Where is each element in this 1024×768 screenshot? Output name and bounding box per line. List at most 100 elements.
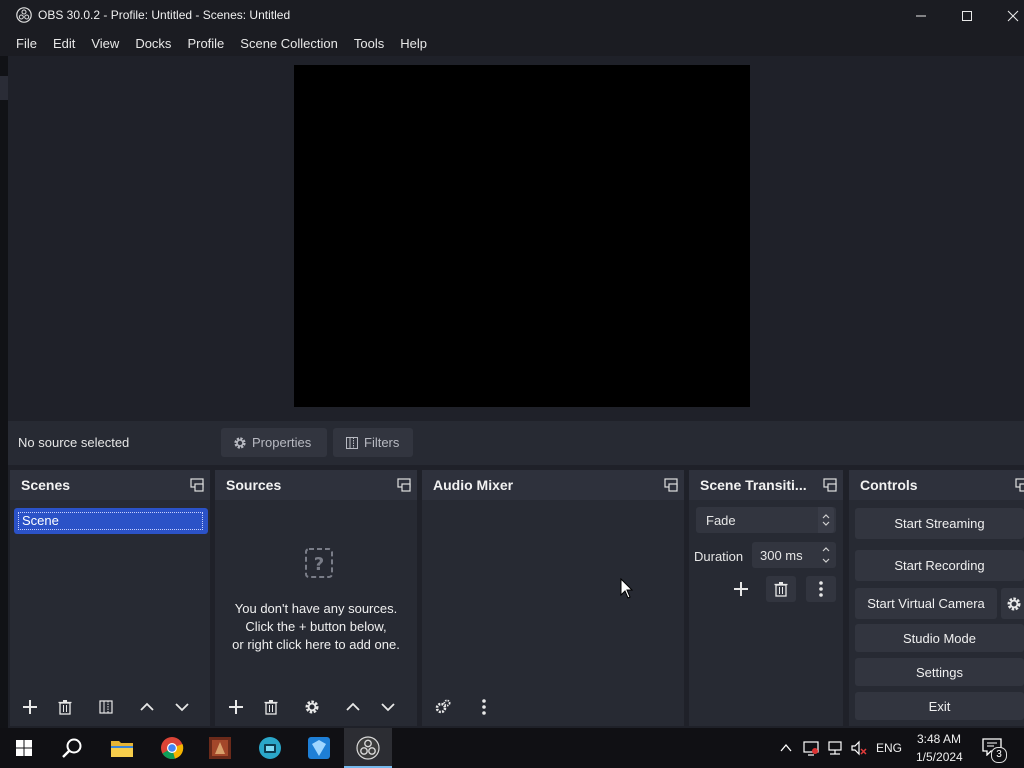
spin-arrows-icon[interactable] — [820, 544, 832, 566]
float-dock-icon[interactable] — [397, 478, 411, 492]
float-dock-icon[interactable] — [664, 478, 678, 492]
no-sources-line3: or right click here to add one. — [232, 637, 400, 652]
move-source-down-button[interactable] — [373, 694, 403, 720]
audio-mixer-dock-header: Audio Mixer — [422, 470, 684, 500]
menu-edit[interactable]: Edit — [45, 31, 83, 56]
audio-mixer-area[interactable] — [422, 500, 684, 726]
transitions-area — [689, 500, 843, 726]
maximize-button[interactable] — [944, 0, 990, 31]
more-vertical-icon — [819, 581, 823, 597]
move-scene-up-button[interactable] — [132, 694, 162, 720]
filters-label: Filters — [364, 435, 400, 450]
source-properties-button[interactable] — [297, 694, 327, 720]
menu-profile[interactable]: Profile — [179, 31, 232, 56]
audio-mixer-menu-button[interactable] — [469, 694, 499, 720]
search-icon — [62, 738, 82, 758]
start-recording-button[interactable]: Start Recording — [855, 550, 1024, 581]
taskbar-search-button[interactable] — [48, 728, 96, 768]
chrome-icon — [161, 737, 184, 760]
studio-mode-label: Studio Mode — [903, 630, 976, 646]
taskbar-app-blue[interactable] — [295, 728, 343, 768]
gear-icon — [305, 700, 319, 714]
scenes-list[interactable]: Scene — [10, 500, 210, 726]
language-indicator[interactable]: ENG — [876, 741, 902, 755]
taskbar-obs[interactable] — [344, 728, 392, 768]
gear-icon — [234, 436, 246, 449]
add-source-button[interactable] — [221, 694, 251, 720]
obs-logo-icon — [16, 7, 32, 23]
exit-button[interactable]: Exit — [855, 692, 1024, 720]
volume-muted-icon[interactable] — [850, 739, 868, 757]
maximize-icon — [962, 10, 972, 21]
start-virtual-camera-button[interactable]: Start Virtual Camera — [855, 588, 997, 619]
taskbar-game-app[interactable] — [196, 728, 244, 768]
advanced-audio-properties-button[interactable] — [428, 694, 458, 720]
menu-view[interactable]: View — [83, 31, 127, 56]
menu-docks[interactable]: Docks — [127, 31, 179, 56]
remove-scene-button[interactable] — [50, 694, 80, 720]
add-transition-button[interactable] — [726, 576, 756, 602]
menu-help[interactable]: Help — [392, 31, 435, 56]
svg-text:?: ? — [314, 554, 324, 575]
taskbar-file-explorer[interactable] — [98, 728, 146, 768]
float-dock-icon[interactable] — [1015, 478, 1024, 492]
network-icon[interactable] — [826, 739, 844, 757]
float-dock-icon[interactable] — [823, 478, 837, 492]
menu-file[interactable]: File — [8, 31, 45, 56]
action-center-button[interactable]: 3 — [982, 738, 1007, 763]
filter-icon — [346, 436, 358, 449]
transition-select[interactable]: Fade — [696, 507, 836, 533]
minimize-button[interactable] — [898, 0, 944, 31]
menu-tools[interactable]: Tools — [346, 31, 392, 56]
notification-count-badge: 3 — [991, 747, 1007, 763]
start-streaming-button[interactable]: Start Streaming — [855, 508, 1024, 539]
select-arrows — [818, 507, 834, 533]
start-streaming-label: Start Streaming — [894, 516, 985, 531]
scene-item-label: Scene — [18, 512, 203, 530]
scene-filters-button[interactable] — [91, 694, 121, 720]
sources-title: Sources — [226, 477, 282, 493]
windows-logo-icon — [16, 740, 32, 756]
mouse-cursor-icon — [620, 578, 634, 599]
close-icon — [1007, 10, 1019, 21]
no-sources-line2: Click the + button below, — [245, 619, 387, 634]
studio-mode-button[interactable]: Studio Mode — [855, 624, 1024, 652]
window-title: OBS 30.0.2 - Profile: Untitled - Scenes:… — [38, 8, 291, 22]
audio-mixer-dock: Audio Mixer — [422, 470, 684, 726]
remove-source-button[interactable] — [256, 694, 286, 720]
transition-properties-button[interactable] — [806, 576, 836, 602]
preview-canvas[interactable] — [294, 65, 750, 407]
add-scene-button[interactable] — [15, 694, 45, 720]
sources-dock-header: Sources — [215, 470, 417, 500]
properties-button[interactable]: Properties — [221, 428, 327, 457]
controls-dock: Controls Start Streaming Start Recording… — [849, 470, 1024, 726]
show-hidden-icons-icon[interactable] — [779, 741, 793, 755]
taskbar-app-teal[interactable] — [246, 728, 294, 768]
duration-spinbox[interactable]: 300 ms — [752, 542, 836, 568]
virtual-camera-settings-button[interactable] — [1001, 588, 1024, 619]
filters-button[interactable]: Filters — [333, 428, 413, 457]
clock-date[interactable]: 1/5/2024 — [916, 750, 963, 764]
move-source-up-button[interactable] — [338, 694, 368, 720]
controls-title: Controls — [860, 477, 918, 493]
trash-icon — [774, 582, 788, 597]
scenes-title: Scenes — [21, 477, 71, 493]
security-icon[interactable] — [802, 739, 820, 757]
float-dock-icon[interactable] — [190, 478, 204, 492]
close-button[interactable] — [990, 0, 1024, 31]
taskbar: ENG 3:48 AM 1/5/2024 3 — [0, 728, 1024, 768]
exit-label: Exit — [928, 698, 951, 714]
scene-transitions-dock: Scene Transiti... Fade Duration 300 ms — [689, 470, 843, 726]
taskbar-chrome[interactable] — [148, 728, 196, 768]
start-button[interactable] — [0, 728, 48, 768]
scene-list-item[interactable]: Scene — [14, 508, 208, 534]
chevron-down-icon — [175, 703, 189, 712]
scenes-dock-header: Scenes — [10, 470, 210, 500]
clock-time[interactable]: 3:48 AM — [917, 732, 961, 746]
menu-scene-collection[interactable]: Scene Collection — [232, 31, 346, 56]
remove-transition-button[interactable] — [766, 576, 796, 602]
source-status: No source selected — [18, 435, 130, 450]
settings-button[interactable]: Settings — [855, 658, 1024, 686]
move-scene-down-button[interactable] — [167, 694, 197, 720]
strip-handle — [0, 76, 8, 100]
